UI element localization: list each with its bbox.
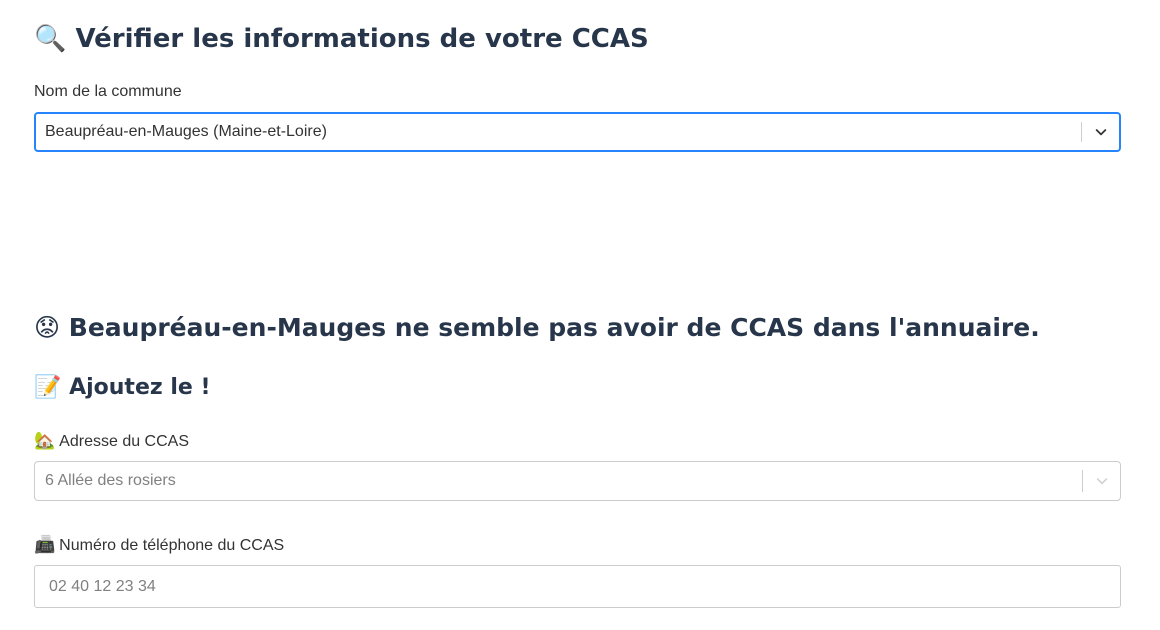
page: 🔍 Vérifier les informations de votre CCA… <box>0 0 1160 630</box>
address-label: 🏡 Adresse du CCAS <box>34 431 189 452</box>
phone-label-text: Numéro de téléphone du CCAS <box>59 537 285 554</box>
select-separator <box>1081 122 1082 142</box>
chevron-down-icon[interactable] <box>1093 124 1109 140</box>
phone-input[interactable] <box>34 565 1121 608</box>
select-separator <box>1082 470 1083 492</box>
magnifying-glass-icon: 🔍 <box>34 24 67 54</box>
commune-select[interactable]: Beaupréau-en-Mauges (Maine-et-Loire) <box>34 112 1121 152</box>
result-message: 😟 Beaupréau-en-Mauges ne semble pas avoi… <box>34 311 1040 345</box>
fax-machine-icon: 📠 <box>34 535 56 555</box>
memo-icon: 📝 <box>34 375 62 400</box>
house-with-garden-icon: 🏡 <box>34 431 56 451</box>
result-message-text: Beaupréau-en-Mauges ne semble pas avoir … <box>68 313 1040 342</box>
phone-label: 📠 Numéro de téléphone du CCAS <box>34 535 284 556</box>
chevron-down-icon[interactable] <box>1094 473 1110 489</box>
address-placeholder: 6 Allée des rosiers <box>45 472 176 489</box>
address-select[interactable]: 6 Allée des rosiers <box>34 461 1121 501</box>
commune-select-value: Beaupréau-en-Mauges (Maine-et-Loire) <box>45 123 327 140</box>
add-title-text: Ajoutez le ! <box>69 375 211 400</box>
commune-label: Nom de la commune <box>34 83 182 100</box>
worried-face-icon: 😟 <box>34 313 61 342</box>
add-title: 📝 Ajoutez le ! <box>34 372 210 404</box>
address-label-text: Adresse du CCAS <box>59 433 190 450</box>
page-title-text: Vérifier les informations de votre CCAS <box>75 24 649 54</box>
page-title: 🔍 Vérifier les informations de votre CCA… <box>34 22 649 56</box>
